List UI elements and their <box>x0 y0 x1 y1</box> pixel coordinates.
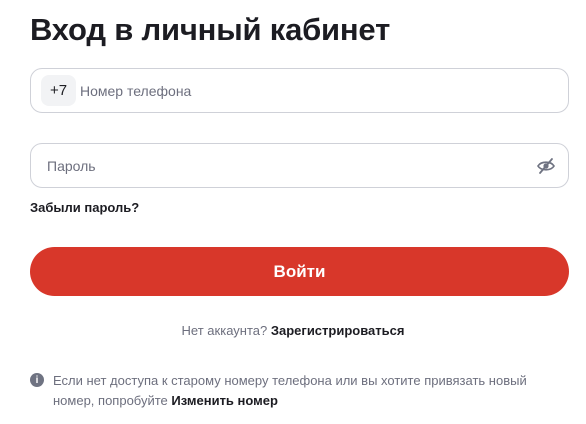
phone-input[interactable] <box>80 69 520 112</box>
password-input[interactable] <box>47 144 517 187</box>
login-page: Вход в личный кабинет +7 Забыли пароль? … <box>0 0 586 424</box>
info-notice: i Если нет доступа к старому номеру теле… <box>30 371 560 411</box>
phone-field[interactable]: +7 <box>30 68 569 113</box>
eye-slash-icon[interactable] <box>536 157 556 175</box>
country-code-prefix: +7 <box>41 75 76 106</box>
info-text: Если нет доступа к старому номеру телефо… <box>53 371 560 411</box>
login-button[interactable]: Войти <box>30 247 569 296</box>
signup-row: Нет аккаунта? Зарегистрироваться <box>0 323 586 338</box>
signup-prompt: Нет аккаунта? <box>181 323 268 338</box>
password-field[interactable] <box>30 143 569 188</box>
info-message: Если нет доступа к старому номеру телефо… <box>53 373 527 408</box>
forgot-password-link[interactable]: Забыли пароль? <box>30 200 139 215</box>
info-icon: i <box>30 373 44 387</box>
signup-link[interactable]: Зарегистрироваться <box>271 323 405 338</box>
page-title: Вход в личный кабинет <box>30 12 391 47</box>
change-number-link[interactable]: Изменить номер <box>171 393 278 408</box>
